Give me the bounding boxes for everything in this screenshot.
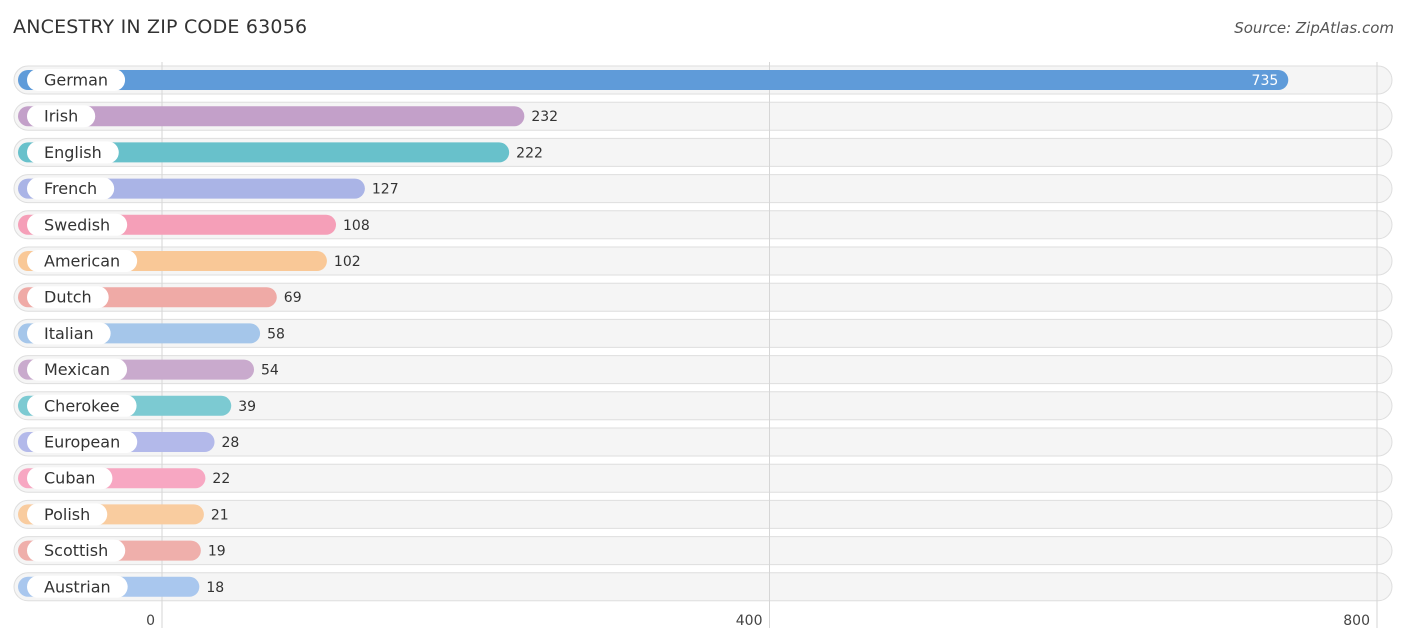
value-label: 127 bbox=[372, 182, 399, 198]
bar-label: Mexican bbox=[44, 360, 110, 379]
value-label: 232 bbox=[531, 109, 558, 125]
value-label: 39 bbox=[238, 399, 256, 415]
value-label: 54 bbox=[261, 363, 279, 379]
bar-group: Cuban 22 bbox=[18, 467, 230, 490]
x-tick-label: 0 bbox=[146, 613, 155, 629]
bar-label: Dutch bbox=[44, 288, 92, 307]
x-tick-label: 400 bbox=[736, 613, 763, 629]
value-label: 18 bbox=[206, 580, 224, 596]
bar-label: Austrian bbox=[44, 577, 111, 596]
value-label: 58 bbox=[267, 326, 285, 342]
bar-group: Irish 232 bbox=[18, 105, 558, 128]
bar-label: Irish bbox=[44, 107, 78, 126]
bar-label: Polish bbox=[44, 505, 90, 524]
bar-group: English 222 bbox=[18, 141, 543, 164]
bar-chart: German 735Irish 232English 222French 127Swed… bbox=[13, 62, 1393, 629]
bar-group: Scottish 19 bbox=[18, 539, 226, 562]
bar-label: Swedish bbox=[44, 215, 110, 234]
value-label: 21 bbox=[211, 507, 229, 523]
bar-label: Scottish bbox=[44, 541, 108, 560]
value-label: 22 bbox=[212, 471, 230, 487]
bar-group: German 735 bbox=[18, 69, 1289, 91]
value-label: 102 bbox=[334, 254, 361, 270]
value-label: 222 bbox=[516, 145, 543, 161]
value-label: 69 bbox=[284, 290, 302, 306]
bar-group: Austrian 18 bbox=[18, 575, 224, 598]
bar-label: Italian bbox=[44, 324, 94, 343]
bar-label: American bbox=[44, 252, 120, 271]
bar-label: Cherokee bbox=[44, 396, 120, 415]
bar-label: English bbox=[44, 143, 102, 162]
bar-label: European bbox=[44, 433, 120, 452]
value-label: 108 bbox=[343, 218, 370, 234]
bar-group: Swedish 108 bbox=[18, 213, 370, 236]
bar-group: French 127 bbox=[18, 177, 399, 200]
value-label: 28 bbox=[222, 435, 240, 451]
bar-group: European 28 bbox=[18, 431, 239, 453]
bar-label: French bbox=[44, 179, 97, 198]
bar-group: Dutch 69 bbox=[18, 286, 302, 309]
x-tick-label: 800 bbox=[1343, 613, 1370, 629]
bar-group: American 102 bbox=[18, 250, 361, 272]
value-label: 735 bbox=[1252, 73, 1279, 89]
bar-group: Italian 58 bbox=[18, 322, 285, 345]
bar bbox=[18, 70, 1289, 90]
bar-group: Polish 21 bbox=[18, 503, 229, 526]
bar-group: Mexican 54 bbox=[18, 358, 279, 381]
bar-label: Cuban bbox=[44, 469, 95, 488]
value-label: 19 bbox=[208, 544, 226, 560]
bar-group: Cherokee 39 bbox=[18, 394, 256, 417]
bar-label: German bbox=[44, 71, 108, 90]
